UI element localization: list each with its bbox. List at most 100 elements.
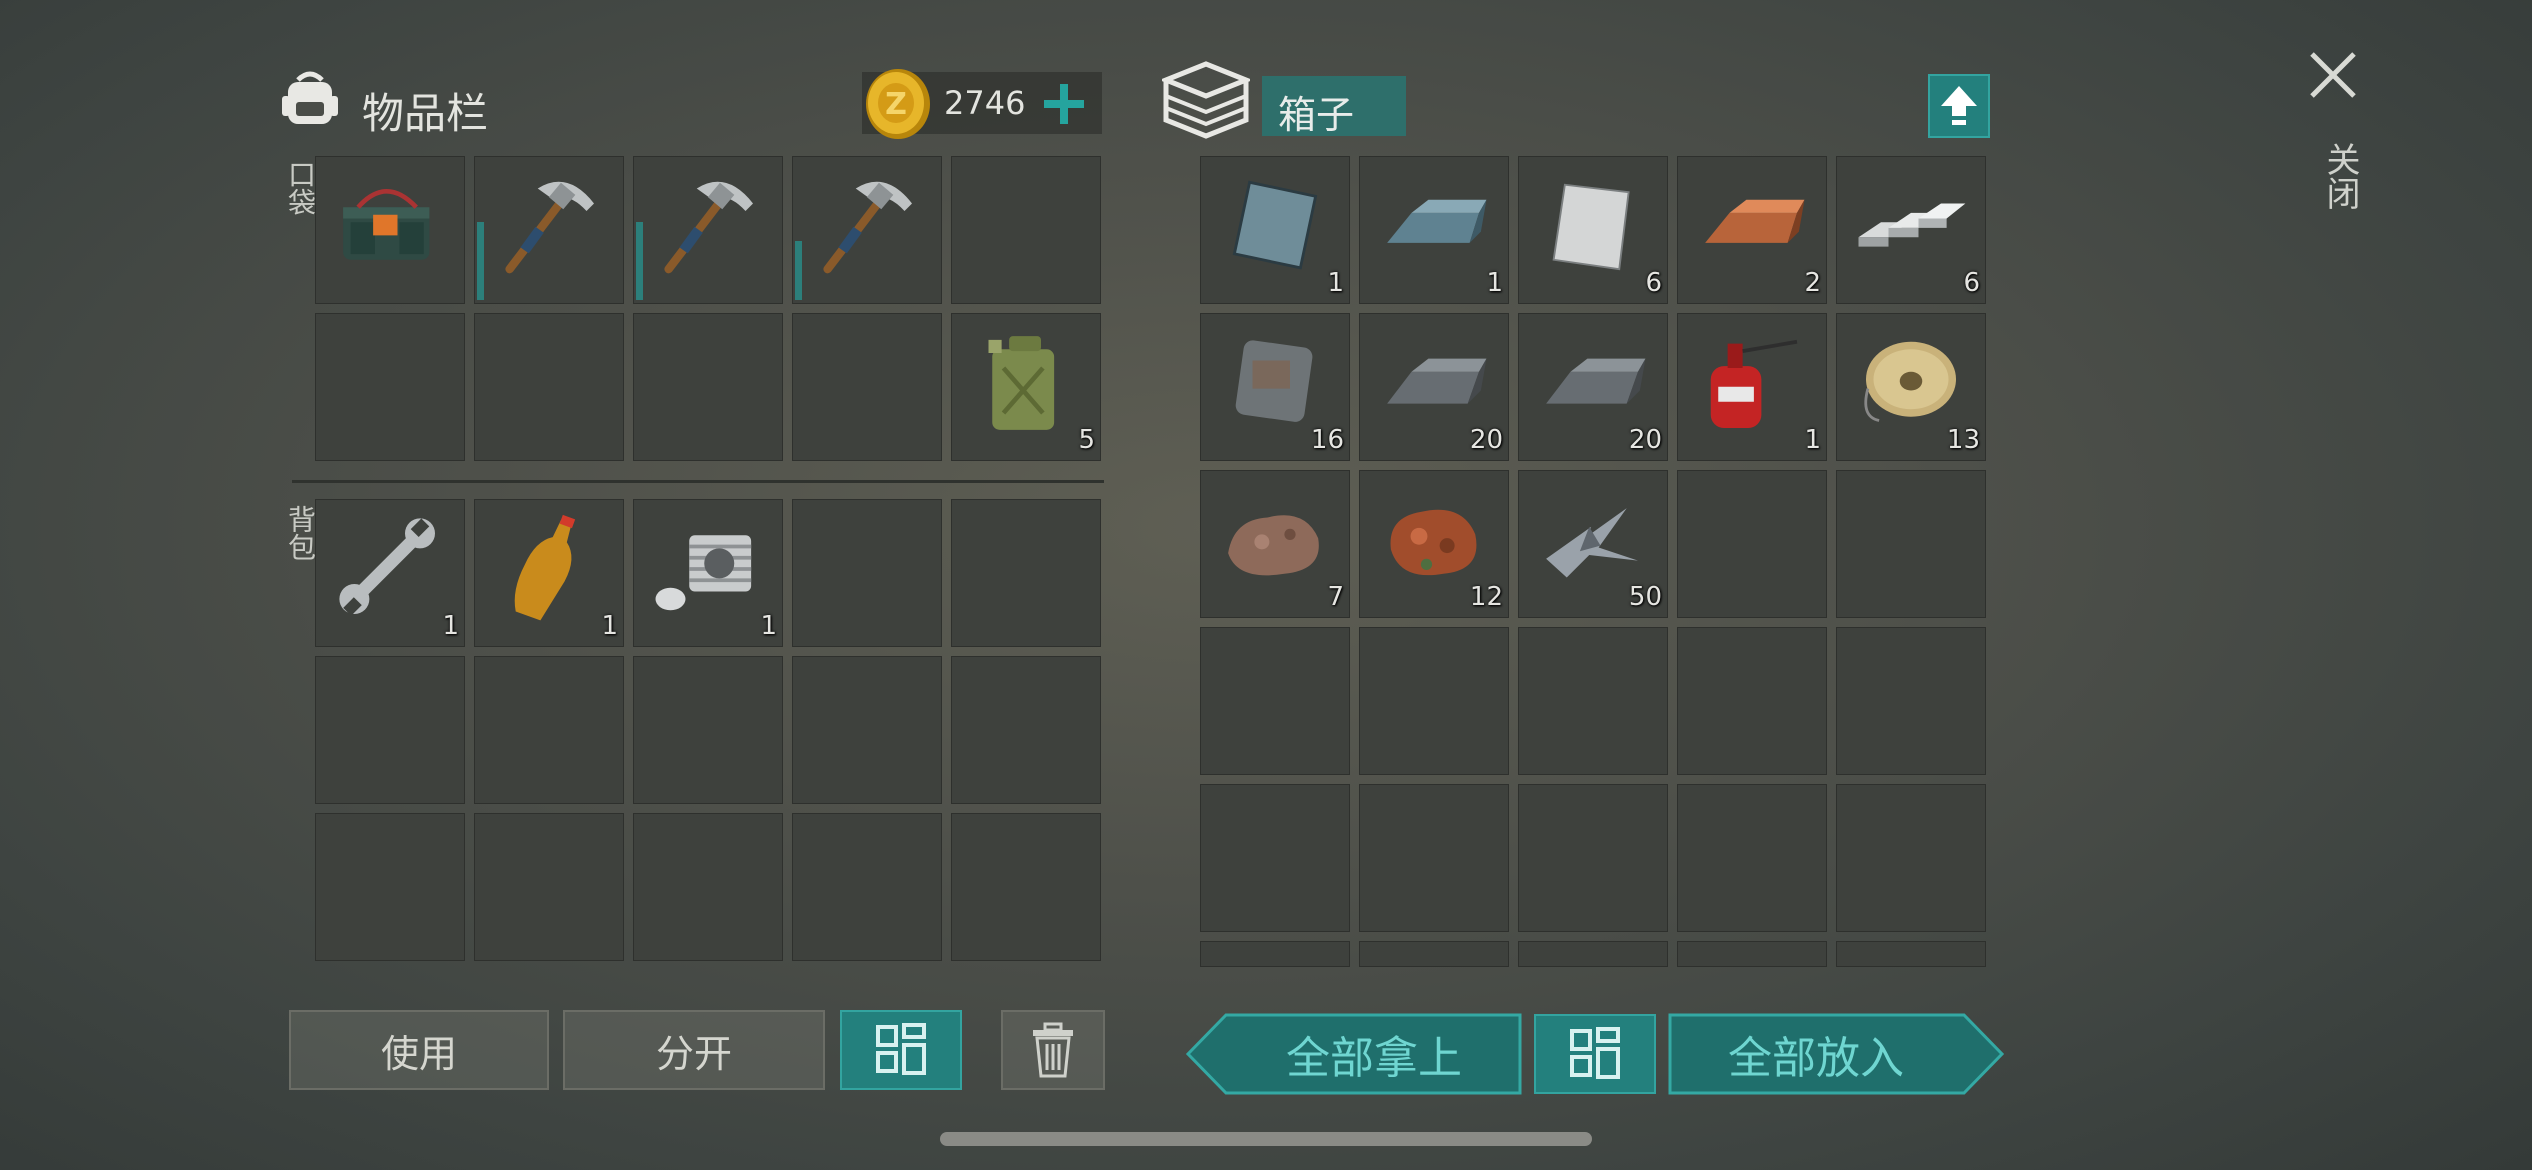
engine-cylinder-icon	[655, 535, 752, 611]
box-slot[interactable]: 2	[1677, 156, 1827, 304]
iron-ore-icon	[1228, 515, 1319, 576]
put-all-label: 全部放入	[1728, 1033, 1904, 1084]
box-slot[interactable]	[1200, 941, 1350, 967]
backpack-slot[interactable]	[633, 813, 783, 961]
box-slot[interactable]	[1518, 627, 1668, 775]
item-count: 1	[1327, 268, 1344, 298]
box-slot[interactable]: 1	[1677, 313, 1827, 461]
box-slot[interactable]: 13	[1836, 313, 1986, 461]
backpack-slot[interactable]	[792, 656, 942, 804]
backpack-slot[interactable]: 1	[633, 499, 783, 647]
backpack-slot[interactable]: 1	[474, 499, 624, 647]
item-count: 6	[1645, 268, 1662, 298]
sort-inventory-button[interactable]	[840, 1010, 962, 1090]
sort-box-button[interactable]	[1534, 1014, 1656, 1094]
item-count: 5	[1078, 425, 1095, 455]
pocket-slot[interactable]	[792, 313, 942, 461]
box-slot[interactable]: 20	[1359, 313, 1509, 461]
pickaxe-icon	[664, 181, 753, 274]
box-slot[interactable]	[1677, 627, 1827, 775]
pickaxe-icon	[505, 181, 594, 274]
box-slot[interactable]: 16	[1200, 313, 1350, 461]
box-slot[interactable]: 1	[1200, 156, 1350, 304]
pocket-slot[interactable]	[315, 156, 465, 304]
box-slot[interactable]	[1836, 784, 1986, 932]
backpack-slot[interactable]	[951, 656, 1101, 804]
item-count: 16	[1310, 425, 1344, 455]
pocket-slot[interactable]	[474, 156, 624, 304]
box-slot[interactable]	[1677, 784, 1827, 932]
item-count: 50	[1628, 582, 1662, 612]
pocket-slot[interactable]	[951, 156, 1101, 304]
backpack-label: 背包	[284, 505, 317, 561]
pocket-label: 口袋	[284, 160, 317, 216]
box-slot[interactable]	[1836, 941, 1986, 967]
backpack-slot[interactable]	[315, 813, 465, 961]
use-button[interactable]: 使用	[289, 1010, 549, 1090]
box-slot[interactable]: 12	[1359, 470, 1509, 618]
aluminum-sheet-icon	[1552, 183, 1630, 271]
upload-button[interactable]	[1928, 74, 1990, 138]
box-slot[interactable]	[1677, 941, 1827, 967]
plus-icon	[1044, 84, 1084, 124]
add-currency-button[interactable]	[1040, 80, 1088, 128]
put-all-button[interactable]: 全部放入	[1668, 1013, 2004, 1095]
box-slot[interactable]	[1200, 784, 1350, 932]
backpack-slot[interactable]	[951, 499, 1101, 647]
box-slot[interactable]: 6	[1836, 156, 1986, 304]
pocket-slot[interactable]	[633, 156, 783, 304]
backpack-slot[interactable]	[633, 656, 783, 804]
pickaxe-icon	[823, 181, 912, 274]
box-slot[interactable]	[1518, 784, 1668, 932]
take-all-label: 全部拿上	[1286, 1033, 1462, 1084]
backpack-slot[interactable]	[951, 813, 1101, 961]
backpack-slot[interactable]	[792, 813, 942, 961]
box-slot[interactable]: 20	[1518, 313, 1668, 461]
box-slot[interactable]	[1359, 941, 1509, 967]
backpack-slot[interactable]: 1	[315, 499, 465, 647]
close-icon	[2310, 52, 2356, 98]
durability-bar	[477, 222, 484, 300]
close-button[interactable]: 关闭	[2306, 48, 2366, 228]
backpack-slot[interactable]	[792, 499, 942, 647]
box-slot[interactable]	[1836, 470, 1986, 618]
section-divider	[292, 480, 1104, 483]
box-slot[interactable]	[1359, 784, 1509, 932]
durability-bar	[795, 241, 802, 300]
durability-bar	[636, 222, 643, 300]
backpack-slot[interactable]	[474, 813, 624, 961]
item-count: 1	[601, 611, 618, 641]
box-title-field[interactable]: 箱子	[1262, 76, 1406, 137]
item-count: 12	[1469, 582, 1503, 612]
box-slot[interactable]: 1	[1359, 156, 1509, 304]
backpack-slot[interactable]	[315, 656, 465, 804]
pocket-slot[interactable]: 5	[951, 313, 1101, 461]
box-slot[interactable]	[1518, 941, 1668, 967]
item-count: 7	[1327, 582, 1344, 612]
box-slot[interactable]	[1677, 470, 1827, 618]
item-count: 13	[1946, 425, 1980, 455]
trash-button[interactable]	[1001, 1010, 1105, 1090]
box-slot[interactable]: 6	[1518, 156, 1668, 304]
pocket-slot[interactable]	[633, 313, 783, 461]
jerrycan-icon	[988, 336, 1055, 430]
box-slot[interactable]: 50	[1518, 470, 1668, 618]
home-indicator[interactable]	[940, 1132, 1592, 1146]
box-slot[interactable]	[1359, 627, 1509, 775]
item-count: 20	[1469, 425, 1503, 455]
box-slot[interactable]	[1200, 627, 1350, 775]
pocket-slot[interactable]	[315, 313, 465, 461]
take-all-button[interactable]: 全部拿上	[1186, 1013, 1522, 1095]
backpack-slot[interactable]	[474, 656, 624, 804]
oil-can-icon	[1710, 339, 1798, 428]
box-slot[interactable]: 7	[1200, 470, 1350, 618]
split-button[interactable]: 分开	[563, 1010, 825, 1090]
pocket-slot[interactable]	[474, 313, 624, 461]
svg-text:Z: Z	[885, 87, 907, 122]
steel-plate-icon	[1232, 180, 1318, 270]
pocket-slot[interactable]	[792, 156, 942, 304]
aluminum-bars-icon	[1858, 203, 1966, 247]
box-slot[interactable]	[1836, 627, 1986, 775]
explosive-pack-icon	[343, 189, 430, 260]
close-label: 关闭	[2320, 142, 2360, 210]
